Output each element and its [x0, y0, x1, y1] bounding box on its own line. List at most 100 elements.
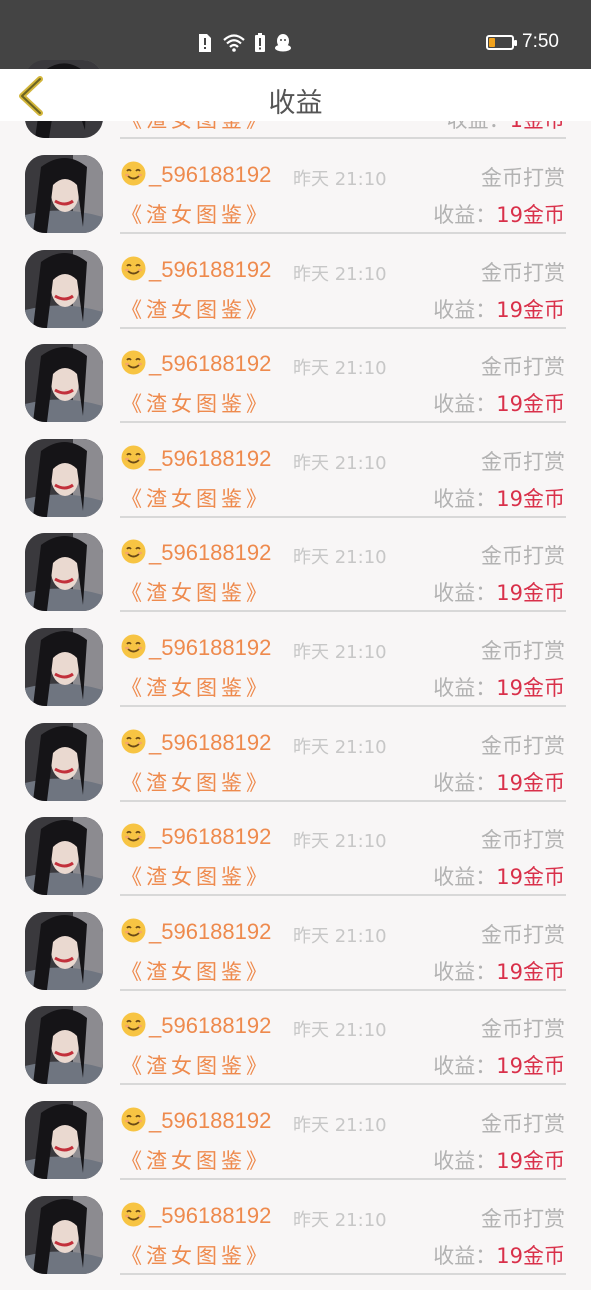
list-item[interactable]: _596188192 昨天 21:10 金币打赏 《渣女图鉴》 收益：19金币 [0, 249, 591, 345]
sender-name[interactable]: _596188192 [121, 445, 271, 472]
reward-type: 金币打赏 [481, 733, 565, 758]
income-label: 收益： [433, 297, 497, 322]
income-label: 收益： [433, 959, 497, 984]
avatar [25, 1195, 103, 1274]
sender-name[interactable]: _596188192 [121, 161, 271, 188]
income: 收益：19金币 [433, 861, 565, 891]
income-label: 收益： [433, 1243, 497, 1268]
income-label: 收益： [433, 770, 497, 795]
book-title[interactable]: 《渣女图鉴》 [121, 672, 271, 702]
smile-emoji-icon [121, 918, 146, 943]
timestamp: 昨天 21:10 [293, 358, 387, 380]
reward-type: 金币打赏 [481, 922, 565, 947]
row-divider [120, 799, 566, 802]
timestamp: 昨天 21:10 [293, 925, 387, 947]
avatar [25, 628, 103, 706]
income: 收益：19金币 [433, 956, 565, 986]
income: 收益：19金币 [433, 483, 565, 513]
status-bar: 7:50 [0, 0, 591, 69]
book-title[interactable]: 《渣女图鉴》 [121, 577, 271, 607]
book-title[interactable]: 《渣女图鉴》 [121, 388, 271, 418]
list-item[interactable]: _596188192 昨天 21:10 金币打赏 《渣女图鉴》 收益：19金币 [0, 533, 591, 628]
list-item[interactable]: _596188192 昨天 21:10 金币打赏《渣女图鉴》 收益：19金币 [0, 722, 591, 818]
smile-emoji-icon [121, 1202, 146, 1227]
smile-emoji-icon [121, 1012, 146, 1037]
timestamp: 昨天 21:10 [293, 1115, 387, 1136]
sender-name[interactable]: _596188192 [121, 823, 271, 850]
timestamp: 昨天 21:10 [293, 1020, 387, 1042]
list-item[interactable]: _596188192 昨天 21:10 金币打赏 《渣女图鉴》 收益：19金币 [0, 438, 591, 534]
book-title[interactable]: 《渣女图鉴》 [121, 767, 271, 797]
income-value: 19金币 [496, 959, 565, 984]
list-item[interactable]: _596188192 昨天 21:10 金币打赏 《渣女图鉴》 收益：19金币 [0, 344, 591, 439]
avatar [25, 438, 103, 517]
avatar [25, 155, 103, 233]
book-title[interactable]: 《渣女图鉴》 [121, 294, 271, 324]
avatar [25, 722, 103, 801]
list-item[interactable]: _596188192 昨天 21:10 金币打赏 《渣女图鉴》 收益：19金币 [0, 817, 591, 912]
list-item[interactable]: _596188192 昨天 21:10 金币打赏《渣女图鉴》 收益：19金币 [0, 155, 591, 250]
smile-emoji-icon [121, 634, 146, 659]
timestamp: 昨天 21:10 [293, 169, 387, 190]
income-label: 收益： [433, 1054, 497, 1079]
income-value: 19金币 [496, 486, 565, 511]
list-item[interactable]: _596188192 昨天 21:10 金币打赏 《渣女图鉴》 收益：19金币 [0, 628, 591, 723]
timestamp: 昨天 21:10 [293, 736, 387, 758]
income-label: 收益： [433, 581, 497, 606]
status-icons [196, 33, 292, 53]
sender-name[interactable]: _596188192 [121, 539, 271, 566]
income: 收益：19金币 [433, 577, 565, 607]
timestamp: 昨天 21:10 [293, 547, 387, 569]
income-label: 收益： [433, 676, 497, 700]
sender-name[interactable]: _596188192 [121, 1202, 271, 1229]
battery-alert-icon [255, 33, 265, 52]
income: 收益：19金币 [433, 294, 565, 324]
timestamp: 昨天 21:10 [293, 452, 387, 474]
income-value: 19金币 [496, 1054, 565, 1079]
income-label: 收益： [433, 486, 497, 511]
row-divider [120, 1272, 566, 1275]
reward-type: 金币打赏 [481, 1017, 565, 1042]
wifi-icon [223, 34, 245, 52]
list-item[interactable]: _596188192 昨天 21:10 金币打赏《渣女图鉴》 收益：19金币 [0, 1006, 591, 1101]
sender-name[interactable]: _596188192 [121, 256, 271, 283]
book-title[interactable]: 《渣女图鉴》 [121, 199, 271, 229]
book-title[interactable]: 《渣女图鉴》 [121, 861, 271, 891]
reward-type: 金币打赏 [481, 639, 565, 663]
avatar [25, 911, 103, 990]
smile-emoji-icon [121, 445, 146, 470]
income-value: 19金币 [496, 1243, 565, 1268]
avatar [25, 1006, 103, 1085]
income-value: 19金币 [496, 581, 565, 606]
list-item[interactable]: _596188192 昨天 21:10 金币打赏《渣女图鉴》 收益：19金币 [0, 911, 591, 1007]
reward-type: 金币打赏 [481, 1206, 565, 1231]
income-label: 收益： [433, 1149, 497, 1173]
book-title[interactable]: 《渣女图鉴》 [121, 1050, 271, 1080]
book-title[interactable]: 《渣女图鉴》 [121, 483, 271, 513]
book-title[interactable]: 《渣女图鉴》 [121, 1145, 271, 1175]
qq-icon [275, 34, 291, 52]
row-divider [120, 1178, 566, 1180]
sender-name[interactable]: _596188192 [121, 634, 271, 661]
avatar [25, 817, 103, 896]
sender-name[interactable]: _596188192 [121, 918, 271, 945]
income: 收益：19金币 [433, 199, 565, 229]
book-title[interactable]: 《渣女图鉴》 [121, 1240, 271, 1270]
income: 收益：19金币 [433, 767, 565, 797]
timestamp: 昨天 21:10 [293, 1209, 387, 1231]
smile-emoji-icon [121, 161, 146, 186]
sender-name[interactable]: _596188192 [121, 1012, 271, 1039]
list-item[interactable]: _596188192 昨天 21:10 金币打赏《渣女图鉴》 收益：19金币 [0, 1195, 591, 1290]
row-divider [120, 610, 566, 613]
reward-type: 金币打赏 [481, 166, 565, 190]
income: 收益：19金币 [433, 672, 565, 702]
sender-name[interactable]: _596188192 [121, 1107, 271, 1134]
reward-type: 金币打赏 [481, 260, 565, 285]
income-value: 19金币 [496, 1149, 565, 1173]
sender-name[interactable]: _596188192 [121, 729, 271, 756]
book-title[interactable]: 《渣女图鉴》 [121, 956, 271, 986]
list-item[interactable]: _596188192 昨天 21:10 金币打赏 《渣女图鉴》 收益：19金币 [0, 1101, 591, 1196]
income-label: 收益： [433, 865, 497, 890]
sim-alert-icon [199, 34, 211, 52]
sender-name[interactable]: _596188192 [121, 350, 271, 377]
